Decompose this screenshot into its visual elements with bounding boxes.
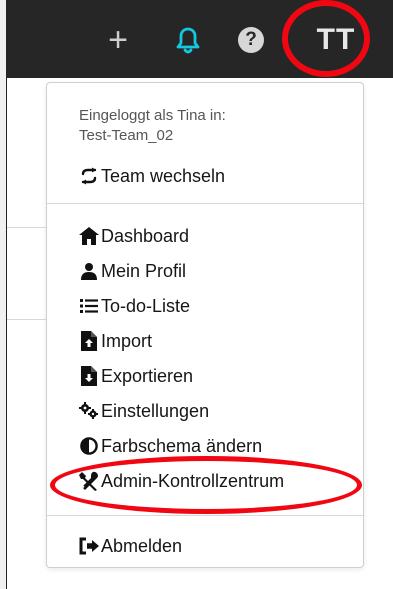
left-panel-edge (0, 0, 7, 589)
menu-separator (47, 515, 363, 516)
file-download-icon (79, 366, 99, 386)
admin-control-center-label: Admin-Kontrollzentrum (101, 470, 285, 491)
user-icon (79, 261, 99, 281)
dashboard-menu-item[interactable]: Dashboard (79, 224, 189, 248)
user-avatar[interactable]: TT (307, 23, 365, 56)
user-dropdown-menu: Eingeloggt als Tina in: Test-Team_02 Tea… (46, 82, 364, 568)
background-divider (7, 319, 47, 320)
color-scheme-menu-item[interactable]: Farbschema ändern (79, 434, 262, 458)
menu-separator (47, 203, 363, 204)
color-scheme-label: Farbschema ändern (101, 435, 263, 456)
import-menu-item[interactable]: Import (79, 329, 152, 353)
switch-team-label: Team wechseln (101, 165, 226, 186)
sign-out-icon (79, 536, 99, 556)
bell-icon[interactable] (172, 24, 204, 56)
export-label: Exportieren (101, 365, 194, 386)
swap-arrows-icon (79, 166, 99, 186)
import-label: Import (101, 330, 153, 351)
file-upload-icon (79, 331, 99, 351)
plus-icon[interactable]: + (103, 23, 133, 57)
logged-in-label: Eingeloggt als Tina in: (79, 107, 226, 124)
profile-menu-item[interactable]: Mein Profil (79, 259, 186, 283)
dashboard-label: Dashboard (101, 225, 190, 246)
current-team-name: Test-Team_02 (79, 127, 174, 144)
home-icon (79, 226, 99, 246)
top-navigation-bar: + ? TT (6, 0, 393, 78)
question-circle-icon[interactable]: ? (237, 24, 265, 56)
gears-icon (79, 401, 99, 421)
help-button[interactable]: ? (238, 27, 264, 53)
tools-icon (79, 471, 99, 491)
switch-team-menu-item[interactable]: Team wechseln (79, 164, 225, 188)
settings-label: Einstellungen (101, 400, 210, 421)
admin-control-center-menu-item[interactable]: Admin-Kontrollzentrum (79, 469, 284, 493)
logout-menu-item[interactable]: Abmelden (79, 534, 182, 558)
app-page: + ? TT Eingeloggt als Tina in: Test-Team… (0, 0, 393, 589)
background-divider (7, 227, 47, 228)
todo-list-label: To-do-Liste (101, 295, 191, 316)
logout-label: Abmelden (101, 535, 183, 556)
contrast-icon (79, 436, 99, 456)
profile-label: Mein Profil (101, 260, 187, 281)
todo-list-menu-item[interactable]: To-do-Liste (79, 294, 190, 318)
settings-menu-item[interactable]: Einstellungen (79, 399, 209, 423)
list-icon (79, 296, 99, 316)
export-menu-item[interactable]: Exportieren (79, 364, 193, 388)
